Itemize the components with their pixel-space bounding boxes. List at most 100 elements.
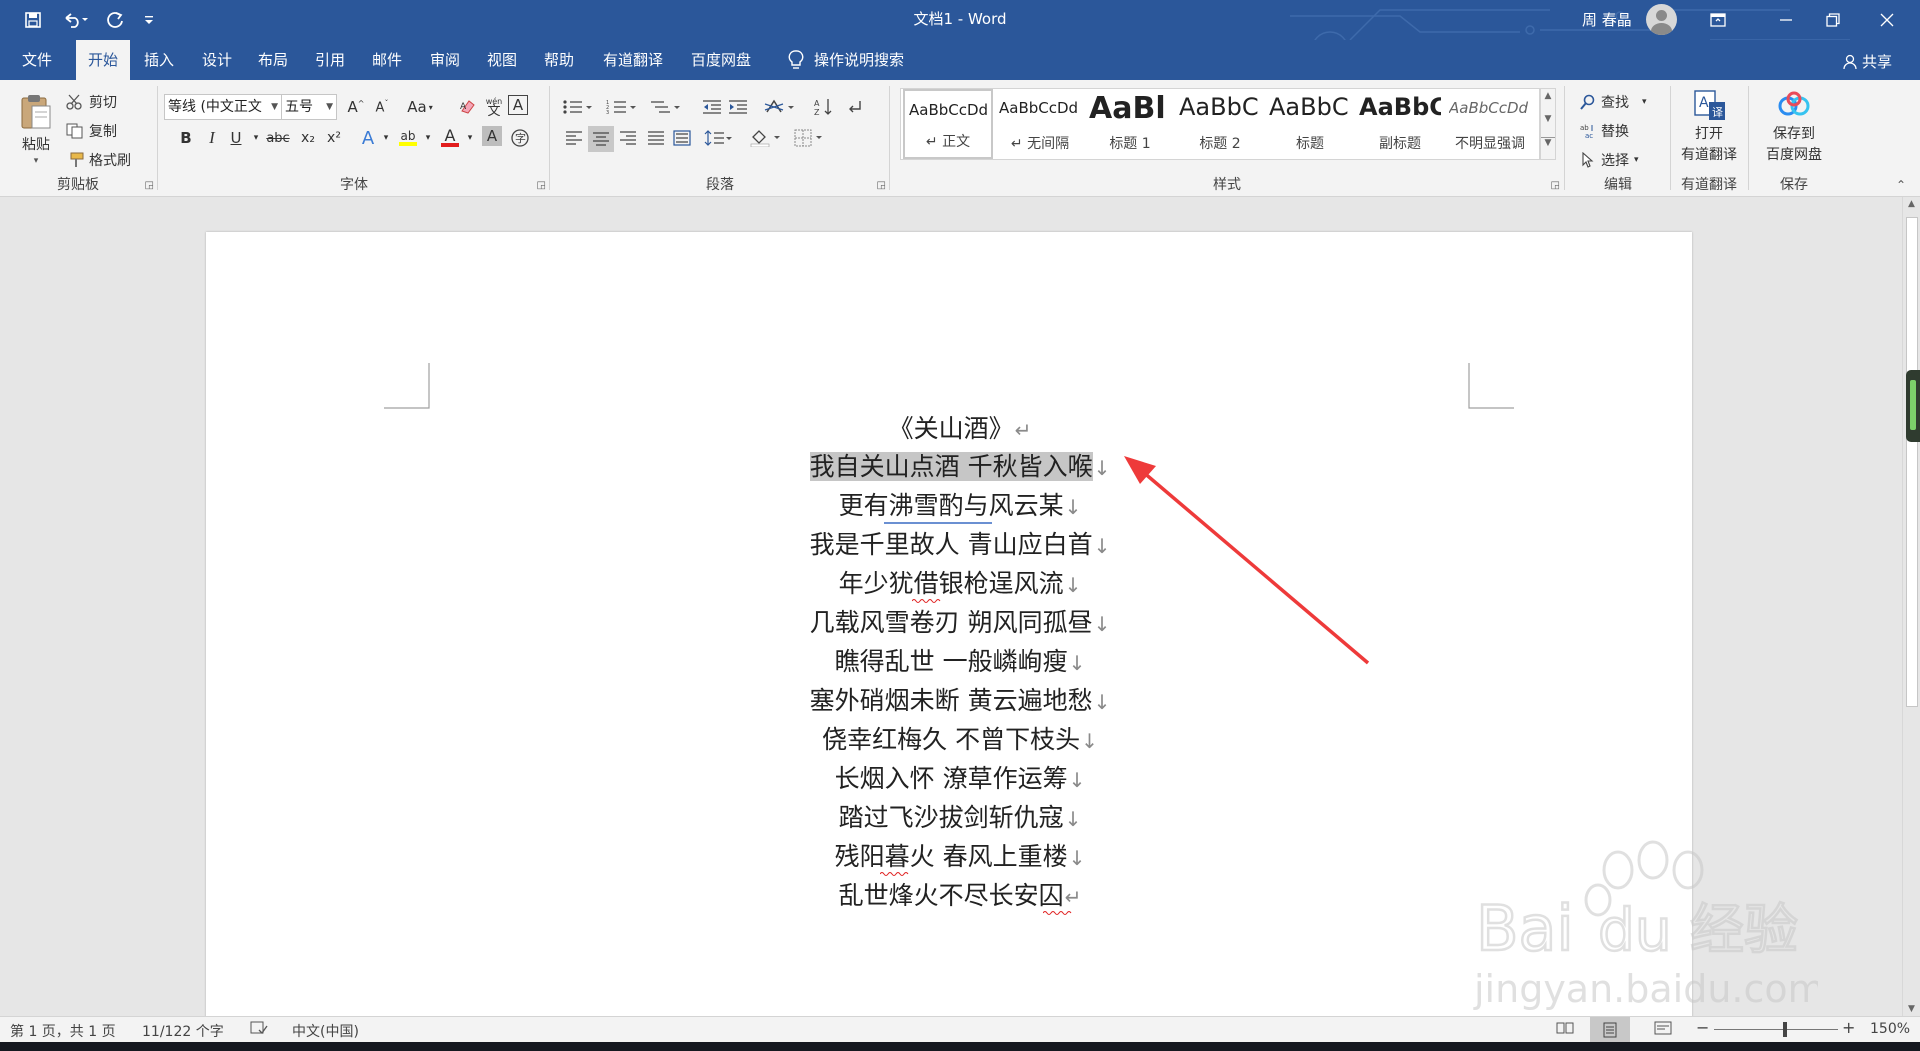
font-name-select[interactable]: 等线 (中文正文 ▼ bbox=[164, 94, 282, 120]
close-icon[interactable] bbox=[1864, 0, 1910, 40]
style-normal[interactable]: AaBbCcDd ↵ 正文 bbox=[903, 89, 993, 159]
tab-baidu-netdisk[interactable]: 百度网盘 bbox=[682, 40, 760, 80]
proofing-icon[interactable] bbox=[250, 1021, 268, 1039]
style-subtitle[interactable]: AaBbC 副标题 bbox=[1355, 89, 1445, 159]
avatar[interactable] bbox=[1646, 4, 1677, 35]
read-mode-icon[interactable] bbox=[1556, 1021, 1574, 1039]
tab-mailings[interactable]: 邮件 bbox=[360, 40, 414, 80]
tab-file[interactable]: 文件 bbox=[10, 40, 64, 80]
select-dropdown-icon[interactable]: ▾ bbox=[1634, 155, 1639, 165]
replace-button[interactable]: ab ac 替换 bbox=[1580, 121, 1629, 141]
justify-icon[interactable] bbox=[644, 126, 668, 150]
style-heading-2[interactable]: AaBbC 标题 2 bbox=[1175, 89, 1265, 159]
distributed-icon[interactable] bbox=[670, 126, 694, 150]
paragraph-launcher-icon[interactable]: ◲ bbox=[877, 180, 886, 191]
style-subtle-emphasis[interactable]: AaBbCcDd 不明显强调 bbox=[1445, 89, 1535, 159]
vertical-scrollbar[interactable]: ▲ ▼ bbox=[1902, 197, 1920, 1016]
zoom-out-icon[interactable]: − bbox=[1696, 1018, 1709, 1037]
restore-icon[interactable] bbox=[1810, 0, 1856, 40]
web-layout-icon[interactable] bbox=[1654, 1021, 1672, 1039]
save-to-baidu-button[interactable]: 保存到 百度网盘 bbox=[1754, 90, 1834, 164]
enclose-characters-icon[interactable]: 字 bbox=[508, 126, 532, 150]
borders-button[interactable] bbox=[792, 126, 826, 150]
font-launcher-icon[interactable]: ◲ bbox=[537, 180, 546, 191]
highlight-dropdown-icon[interactable]: ▾ bbox=[416, 126, 440, 150]
cut-button[interactable]: 剪切 bbox=[66, 92, 117, 112]
tell-me-search[interactable]: 操作说明搜索 bbox=[776, 40, 916, 80]
scrollbar-thumb[interactable] bbox=[1906, 217, 1918, 707]
collapse-ribbon-icon[interactable]: ⌃ bbox=[1896, 178, 1906, 192]
chinese-layout-button[interactable] bbox=[762, 95, 796, 119]
side-widget[interactable] bbox=[1906, 370, 1920, 442]
decrease-indent-icon[interactable] bbox=[700, 95, 724, 119]
format-painter-button[interactable]: 格式刷 bbox=[66, 150, 131, 170]
style-name: 标题 1 bbox=[1109, 136, 1151, 152]
italic-button[interactable]: I bbox=[200, 126, 224, 150]
superscript-button[interactable]: x² bbox=[322, 126, 346, 150]
style-title[interactable]: AaBbC 标题 bbox=[1265, 89, 1355, 159]
paste-button[interactable]: 粘贴 ▾ bbox=[14, 92, 58, 166]
zoom-level[interactable]: 150% bbox=[1870, 1021, 1910, 1037]
find-button[interactable]: 查找 ▾ bbox=[1580, 92, 1647, 112]
styles-launcher-icon[interactable]: ◲ bbox=[1551, 180, 1560, 191]
copy-button[interactable]: 复制 bbox=[66, 121, 117, 141]
sort-icon[interactable]: AZ bbox=[812, 95, 836, 119]
tab-youdao[interactable]: 有道翻译 bbox=[594, 40, 672, 80]
show-formatting-marks-icon[interactable] bbox=[842, 95, 866, 119]
page-count[interactable]: 第 1 页，共 1 页 bbox=[10, 1021, 116, 1041]
styles-scroll-up-icon[interactable]: ▲ bbox=[1541, 91, 1555, 101]
zoom-slider[interactable] bbox=[1714, 1029, 1838, 1030]
subscript-button[interactable]: x₂ bbox=[296, 126, 320, 150]
zoom-in-icon[interactable]: + bbox=[1842, 1018, 1855, 1037]
scroll-down-icon[interactable]: ▼ bbox=[1903, 1004, 1920, 1014]
shading-button[interactable] bbox=[748, 126, 782, 150]
bold-button[interactable]: B bbox=[174, 126, 198, 150]
align-left-icon[interactable] bbox=[562, 126, 586, 150]
shrink-font-icon[interactable]: Aˇ bbox=[370, 95, 394, 119]
align-right-icon[interactable] bbox=[616, 126, 640, 150]
character-shading-button[interactable]: A bbox=[482, 126, 502, 146]
tab-view[interactable]: 视图 bbox=[475, 40, 529, 80]
line-spacing-button[interactable] bbox=[702, 126, 734, 150]
line-text: 踏过飞沙拔剑斩仇寇 bbox=[838, 803, 1064, 832]
minimize-icon[interactable] bbox=[1763, 0, 1809, 40]
numbering-button[interactable]: 123 bbox=[604, 95, 638, 119]
open-youdao-button[interactable]: A译 打开 有道翻译 bbox=[1676, 90, 1742, 164]
font-color-dropdown-icon[interactable]: ▾ bbox=[458, 126, 482, 150]
word-count[interactable]: 11/122 个字 bbox=[142, 1021, 224, 1041]
ribbon-display-options-icon[interactable] bbox=[1695, 0, 1741, 40]
paste-dropdown-icon[interactable]: ▾ bbox=[34, 156, 39, 166]
find-dropdown-icon[interactable]: ▾ bbox=[1642, 97, 1647, 107]
change-case-button[interactable]: Aa ▾ bbox=[404, 95, 436, 119]
tab-review[interactable]: 审阅 bbox=[418, 40, 472, 80]
character-border-icon[interactable]: A bbox=[508, 95, 528, 115]
tab-home[interactable]: 开始 bbox=[76, 40, 130, 80]
tab-help[interactable]: 帮助 bbox=[532, 40, 586, 80]
phonetic-guide-button[interactable]: wén 文 bbox=[482, 95, 506, 119]
zoom-slider-thumb[interactable] bbox=[1783, 1022, 1787, 1037]
tab-insert[interactable]: 插入 bbox=[132, 40, 186, 80]
print-layout-icon[interactable] bbox=[1590, 1017, 1630, 1042]
select-button[interactable]: 选择 ▾ bbox=[1580, 150, 1639, 170]
user-name[interactable]: 周 春晶 bbox=[1582, 9, 1632, 30]
multilevel-list-button[interactable] bbox=[648, 95, 682, 119]
align-center-icon[interactable] bbox=[588, 126, 614, 152]
tab-references[interactable]: 引用 bbox=[303, 40, 357, 80]
increase-indent-icon[interactable] bbox=[726, 95, 750, 119]
clipboard-launcher-icon[interactable]: ◲ bbox=[145, 180, 154, 191]
language-indicator[interactable]: 中文(中国) bbox=[292, 1021, 359, 1041]
styles-more-icon[interactable]: ▼ bbox=[1541, 137, 1555, 148]
strikethrough-button[interactable]: abc bbox=[264, 126, 292, 150]
tab-design[interactable]: 设计 bbox=[190, 40, 244, 80]
share-button[interactable]: 共享 bbox=[1843, 51, 1892, 72]
bullets-button[interactable] bbox=[560, 95, 594, 119]
clear-formatting-icon[interactable]: A bbox=[456, 95, 480, 119]
font-size-select[interactable]: 五号 ▼ bbox=[281, 94, 337, 120]
scroll-up-icon[interactable]: ▲ bbox=[1903, 199, 1920, 209]
style-no-spacing[interactable]: AaBbCcDd ↵ 无间隔 bbox=[995, 89, 1085, 159]
tab-layout[interactable]: 布局 bbox=[246, 40, 300, 80]
style-heading-1[interactable]: AaBl 标题 1 bbox=[1085, 89, 1175, 159]
styles-scroll-down-icon[interactable]: ▼ bbox=[1541, 114, 1555, 124]
grow-font-icon[interactable]: A^ bbox=[344, 95, 368, 119]
text-effects-dropdown-icon[interactable]: ▾ bbox=[374, 126, 398, 150]
